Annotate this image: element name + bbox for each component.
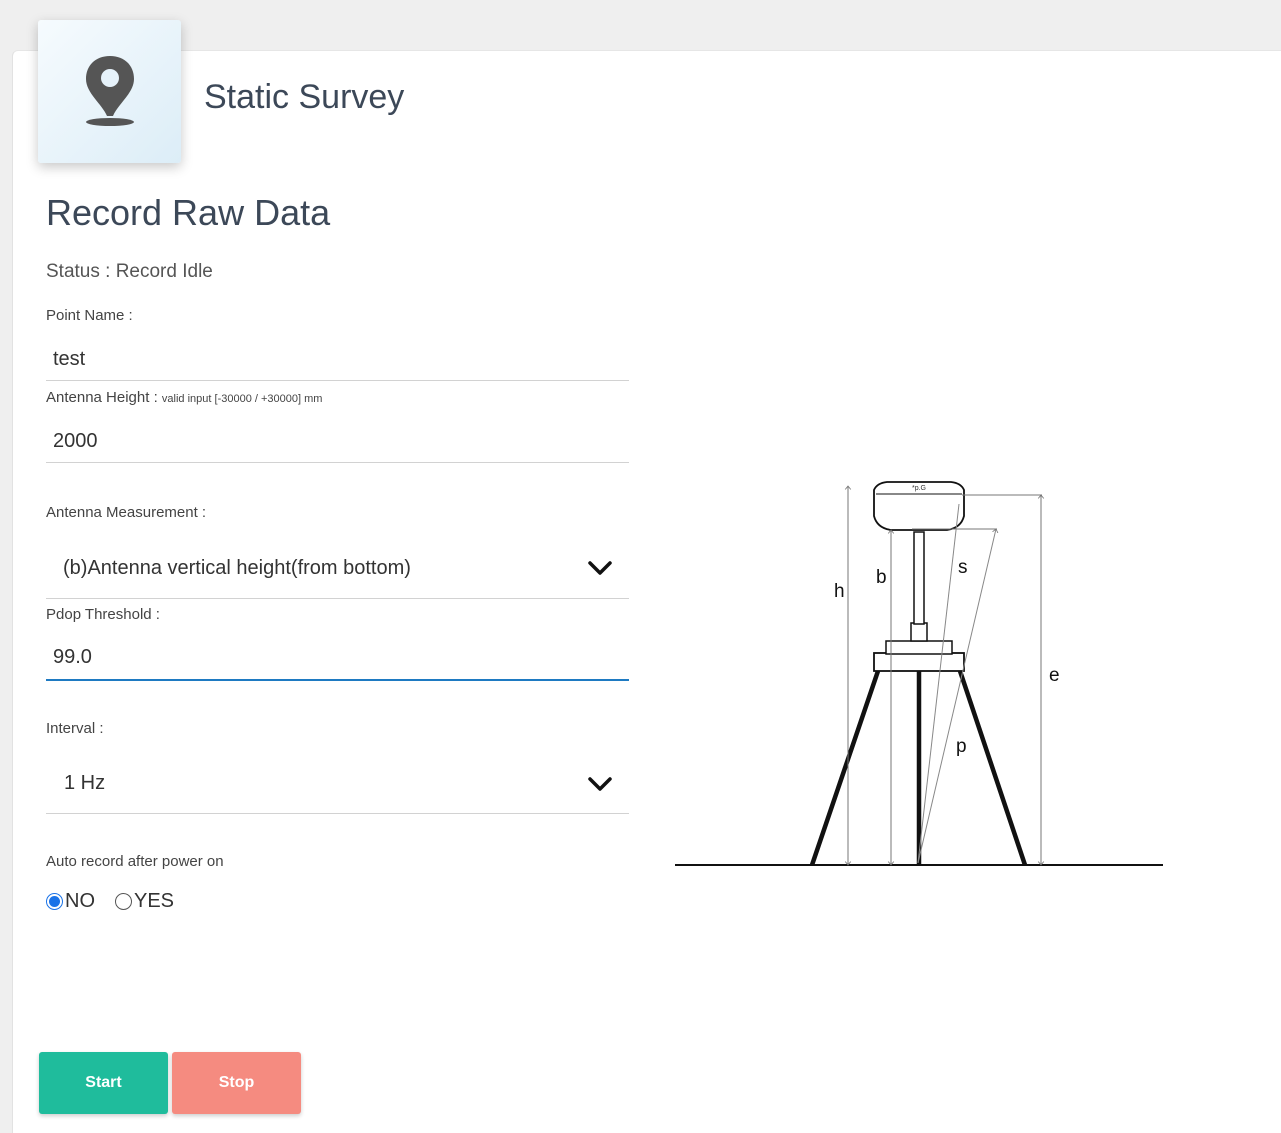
radio-yes[interactable]	[115, 893, 132, 910]
slant-line-s	[917, 529, 996, 864]
antenna-measurement-value: (b)Antenna vertical height(from bottom)	[63, 556, 411, 579]
antenna-height-hint: valid input [-30000 / +30000] mm	[161, 393, 323, 405]
antenna-height-input[interactable]	[46, 420, 629, 462]
point-name-field	[46, 338, 629, 381]
stop-button[interactable]: Stop	[172, 1052, 301, 1114]
point-name-label: Point Name :	[46, 307, 133, 324]
pdop-threshold-field	[46, 636, 629, 681]
pdop-threshold-label: Pdop Threshold :	[46, 606, 160, 623]
tripod-leg-left	[809, 670, 881, 866]
tripod-leg-right	[957, 670, 1028, 866]
chevron-down-icon	[588, 776, 612, 791]
antenna-height-diagram: *p.G h b s e p	[675, 481, 1163, 866]
app-title: Static Survey	[204, 78, 405, 116]
interval-label: Interval :	[46, 720, 104, 737]
auto-record-label: Auto record after power on	[46, 853, 224, 870]
app-icon-box	[38, 20, 181, 163]
point-name-input[interactable]	[46, 338, 629, 380]
antenna-height-label: Antenna Height : valid input [-30000 / +…	[46, 389, 322, 406]
antenna-measurement-select[interactable]: (b)Antenna vertical height(from bottom)	[46, 538, 629, 599]
chevron-down-icon	[588, 561, 612, 575]
status-text: Status : Record Idle	[46, 261, 213, 282]
section-title: Record Raw Data	[46, 192, 331, 233]
adapter	[910, 622, 928, 642]
pdop-threshold-input[interactable]	[46, 636, 629, 679]
tribrach	[873, 652, 965, 672]
interval-value: 1 Hz	[64, 772, 106, 794]
auto-record-radio-group: NO YES	[46, 890, 194, 913]
radio-no-label: NO	[65, 890, 95, 912]
start-button[interactable]: Start	[39, 1052, 168, 1114]
antenna-measurement-label: Antenna Measurement :	[46, 504, 207, 521]
interval-select[interactable]: 1 Hz	[46, 754, 629, 814]
antenna-height-label-text: Antenna Height :	[46, 389, 162, 406]
antenna-height-field	[46, 420, 629, 463]
label-s: s	[958, 557, 968, 578]
map-pin-icon	[85, 55, 134, 126]
radio-yes-label: YES	[134, 890, 175, 912]
radio-no[interactable]	[46, 893, 63, 910]
label-h: h	[834, 581, 845, 602]
label-p: p	[956, 736, 967, 757]
label-e: e	[1049, 665, 1060, 686]
label-b: b	[876, 567, 887, 588]
pole	[913, 531, 925, 625]
receiver-label: *p.G	[912, 485, 926, 492]
